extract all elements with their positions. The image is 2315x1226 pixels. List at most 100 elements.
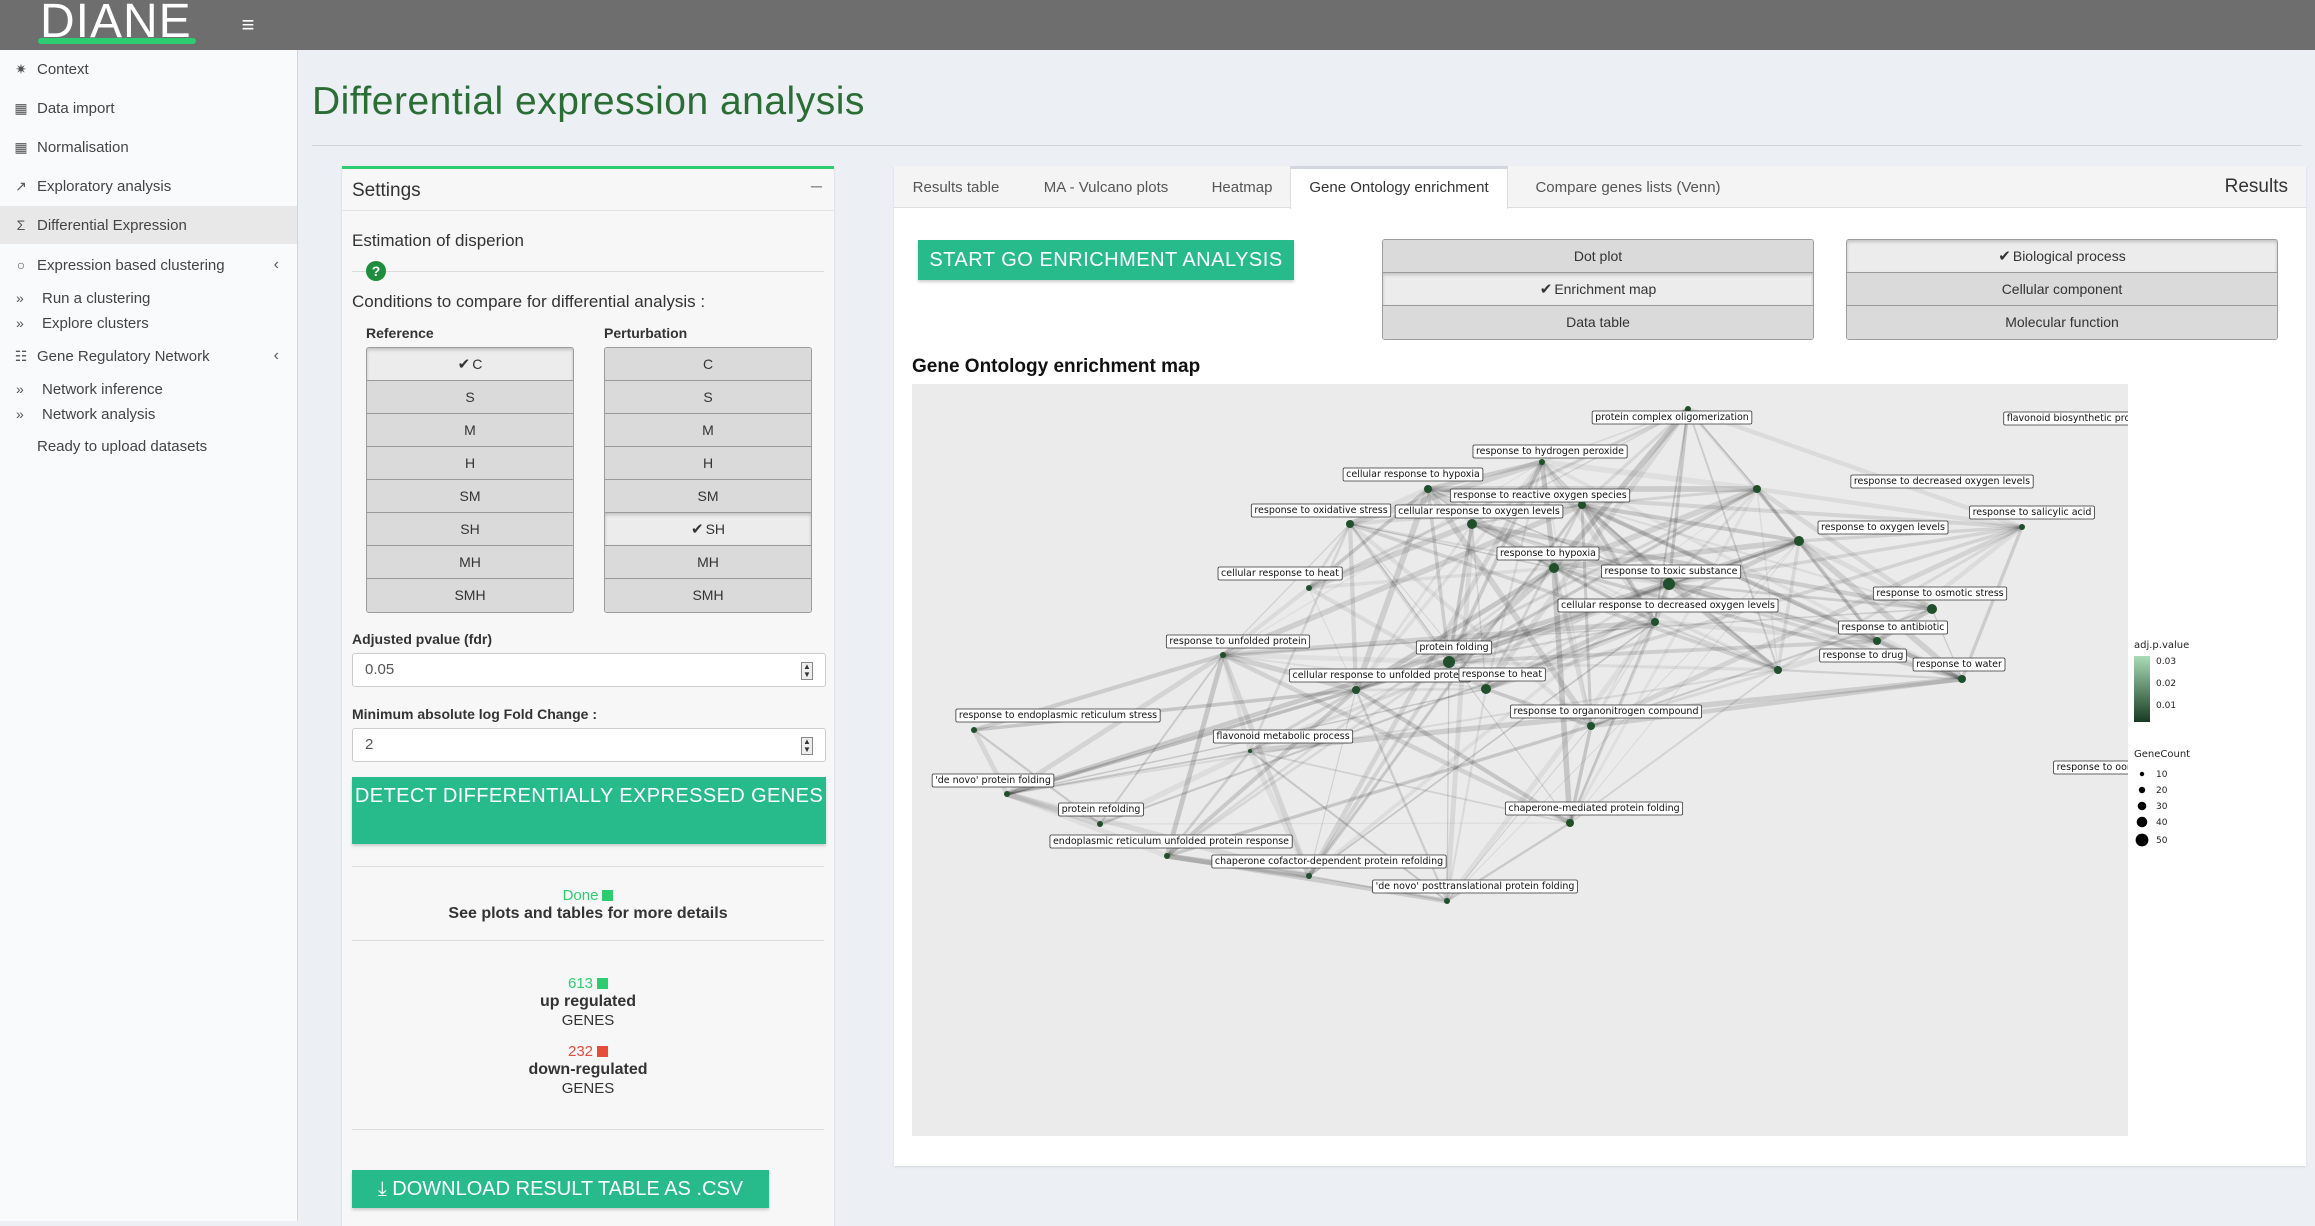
tab-compare-genes-venn[interactable]: Compare genes lists (Venn) (1508, 166, 1748, 208)
legend-size-dot (2137, 801, 2147, 811)
network-node-label: response to decreased oxygen levels (1850, 474, 2034, 489)
logfc-input[interactable]: 2 ▲ ▼ (352, 728, 826, 762)
plot-type-data-table[interactable]: Data table (1383, 306, 1813, 339)
perturbation-option-h[interactable]: H (605, 447, 811, 480)
check-icon: ✔ (690, 521, 704, 538)
network-node-label: response to water (1912, 657, 2006, 672)
network-node (1774, 666, 1782, 674)
ontology-cellular-component[interactable]: Cellular component (1847, 273, 2277, 306)
sidebar-item-data-import[interactable]: ▦ Data import (0, 89, 297, 127)
status-done: Done (342, 887, 834, 904)
tab-heatmap[interactable]: Heatmap (1194, 166, 1290, 208)
start-go-enrichment-button[interactable]: START GO ENRICHMENT ANALYSIS (918, 240, 1294, 280)
divider (352, 866, 824, 867)
reference-option-s[interactable]: S (367, 381, 573, 414)
sidebar-item-label: Ready to upload datasets (37, 437, 208, 455)
tab-gene-ontology-enrichment[interactable]: Gene Ontology enrichment (1290, 166, 1508, 209)
sidebar-item-exploratory-analysis[interactable]: ↗ Exploratory analysis (0, 167, 297, 205)
sidebar-item-label: Network analysis (42, 405, 156, 423)
sidebar-subitem-network-analysis[interactable]: » Network analysis (0, 402, 297, 426)
reference-option-c[interactable]: ✔ C (367, 348, 573, 381)
perturbation-option-sh[interactable]: ✔ SH (605, 513, 811, 546)
up-regulated-label: up regulated (539, 993, 636, 1010)
results-title: Results (2224, 176, 2288, 197)
svg-text:response to antibiotic: response to antibiotic (1841, 622, 1944, 633)
reference-option-h[interactable]: H (367, 447, 573, 480)
sidebar-item-gene-regulatory-network[interactable]: ☷ Gene Regulatory Network ‹ (0, 337, 297, 375)
svg-text:response to endoplasmic reticu: response to endoplasmic reticulum stress (959, 710, 1157, 721)
sidebar-item-label: Run a clustering (42, 289, 151, 307)
enrichment-map-plot: protein complex oligomerization flavonoid… (912, 384, 2128, 1136)
network-edge (1444, 523, 1475, 902)
network-node (1481, 684, 1491, 694)
network-node (1220, 652, 1226, 658)
legend-size-dot (2139, 771, 2145, 777)
network-node (1663, 578, 1675, 590)
svg-text:chaperone-mediated protein fol: chaperone-mediated protein folding (1508, 803, 1679, 814)
network-node-label: 'de novo' posttranslational protein fold… (1372, 879, 1578, 894)
tab-results-table[interactable]: Results table (894, 166, 1018, 208)
sidebar-item-label: Expression based clustering (37, 256, 225, 274)
double-chevron-icon: » (16, 381, 24, 397)
tab-ma-vulcano-plots[interactable]: MA - Vulcano plots (1018, 166, 1194, 208)
network-node-label: response to heat (1458, 667, 1546, 682)
results-tabs: Results table MA - Vulcano plots Heatmap… (894, 166, 2306, 209)
pvalue-input[interactable]: 0.05 ▲ ▼ (352, 653, 826, 687)
sidebar-item-context[interactable]: ✷ Context (0, 50, 297, 88)
logo-text: DIANE (40, 0, 192, 48)
network-node (1753, 485, 1761, 493)
enrichment-network-svg: protein complex oligomerization flavonoid… (931, 406, 2128, 904)
svg-text:response to drug: response to drug (1823, 650, 1904, 661)
perturbation-option-c[interactable]: C (605, 348, 811, 381)
detect-deg-button[interactable]: DETECT DIFFERENTIALLY EXPRESSED GENES (352, 777, 826, 844)
svg-text:response to hydrogen peroxide: response to hydrogen peroxide (1476, 446, 1624, 457)
ontology-biological-process[interactable]: ✔ Biological process (1847, 240, 2277, 273)
reference-option-smh[interactable]: SMH (367, 579, 573, 612)
perturbation-label: Perturbation (604, 325, 688, 341)
conditions-label: Conditions to compare for differential a… (352, 292, 706, 311)
sidebar-subitem-run-clustering[interactable]: » Run a clustering (0, 286, 297, 310)
download-csv-button[interactable]: ⤓ DOWNLOAD RESULT TABLE AS .CSV (352, 1170, 769, 1208)
network-node (1539, 459, 1545, 465)
help-icon[interactable]: ? (366, 261, 386, 281)
sidebar-item-expression-clustering[interactable]: ○ Expression based clustering ‹ (0, 246, 297, 284)
spinner-icon[interactable]: ▲ ▼ (801, 737, 813, 755)
perturbation-option-sm[interactable]: SM (605, 480, 811, 513)
sidebar-subitem-network-inference[interactable]: » Network inference (0, 377, 297, 401)
flag-icon (597, 1046, 609, 1057)
sigma-icon: Σ (16, 217, 26, 233)
network-node-label: flavonoid metabolic process (1212, 729, 1354, 744)
svg-text:response to hypoxia: response to hypoxia (1500, 548, 1596, 559)
network-node-label: response to hypoxia (1496, 546, 1600, 561)
reference-option-sh[interactable]: SH (367, 513, 573, 546)
sidebar-item-normalisation[interactable]: ▦ Normalisation (0, 128, 297, 166)
network-node (1306, 585, 1312, 591)
sidebar-item-ready-upload[interactable]: Ready to upload datasets (0, 427, 297, 465)
legend-color-tick: 0.02 (2156, 679, 2176, 689)
svg-text:cellular response to hypoxia: cellular response to hypoxia (1346, 469, 1480, 480)
plot-type-dot-plot[interactable]: Dot plot (1383, 240, 1813, 273)
divider (352, 1129, 824, 1130)
perturbation-option-mh[interactable]: MH (605, 546, 811, 579)
perturbation-option-m[interactable]: M (605, 414, 811, 447)
perturbation-option-smh[interactable]: SMH (605, 579, 811, 612)
network-node-label: response to antibiotic (1838, 620, 1948, 635)
pvalue-value: 0.05 (365, 661, 395, 678)
collapse-button[interactable]: – (811, 175, 822, 198)
reference-option-sm[interactable]: SM (367, 480, 573, 513)
legend-color-tick: 0.03 (2156, 657, 2176, 667)
sidebar-toggle-button[interactable]: ≡ (232, 10, 264, 40)
ontology-molecular-function[interactable]: Molecular function (1847, 306, 2277, 339)
reference-option-mh[interactable]: MH (367, 546, 573, 579)
plot-type-enrichment-map[interactable]: ✔ Enrichment map (1383, 273, 1813, 306)
settings-title: Settings (352, 180, 421, 201)
network-node (1352, 686, 1360, 694)
legend-color-title: adj.p.value (2134, 640, 2189, 651)
sitemap-icon: ☷ (14, 347, 28, 364)
spinner-icon[interactable]: ▲ ▼ (801, 662, 813, 680)
sidebar-item-differential-expression[interactable]: Σ Differential Expression (0, 206, 297, 244)
perturbation-option-s[interactable]: S (605, 381, 811, 414)
sidebar-subitem-explore-clusters[interactable]: » Explore clusters (0, 311, 297, 335)
reference-option-m[interactable]: M (367, 414, 573, 447)
svg-text:chaperone cofactor-dependent p: chaperone cofactor-dependent protein ref… (1215, 856, 1443, 867)
